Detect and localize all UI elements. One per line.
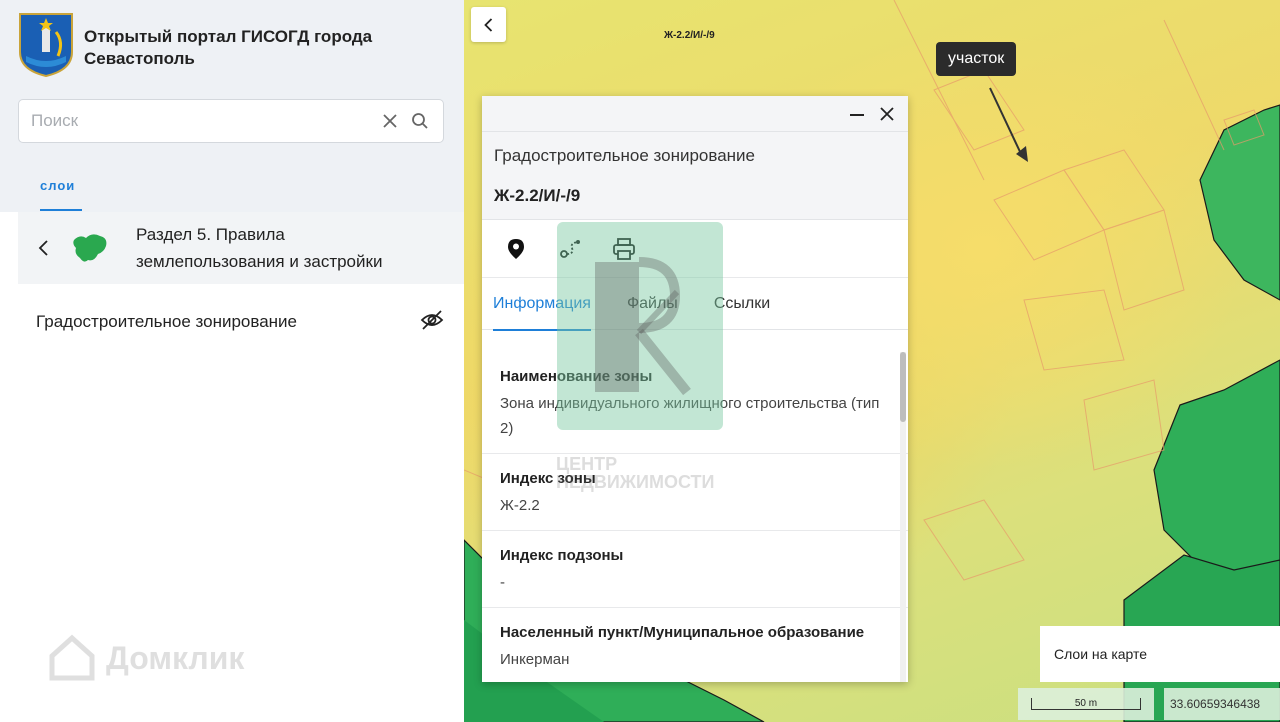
search-icon [412,113,428,129]
toggle-visibility-button[interactable] [420,309,444,336]
coordinates-readout: 33.60659346438 [1164,688,1280,720]
property-key: Индекс зоны [500,470,596,487]
print-button[interactable] [612,237,636,261]
close-icon [880,106,894,121]
property-row: Населенный пункт/Муниципальное образован… [482,608,908,682]
minimize-button[interactable] [842,99,872,129]
printer-icon [613,237,635,260]
property-row: Индекс подзоны - [482,531,908,608]
crimea-map-icon [73,234,107,262]
tab-files[interactable]: Файлы [627,278,678,330]
tab-information[interactable]: Информация [493,278,591,331]
map-tooltip: участок [936,42,1017,76]
section-item[interactable]: Раздел 5. Правила землепользования и зас… [18,212,464,284]
domclick-brand: Домклик [106,639,245,676]
panel-tabs: Информация Файлы Ссылки [482,278,908,331]
property-key: Индекс подзоны [500,547,624,564]
tab-layers[interactable]: слои [40,178,75,193]
panel-toolbar [482,96,908,132]
property-value: Зона индивидуального жилищного строитель… [500,395,880,437]
property-key: Наименование зоны [500,368,653,385]
minimize-icon [850,113,864,116]
scale-label: 50 m [1074,698,1098,709]
domclick-watermark: Домклик [46,632,244,684]
section-back-button[interactable] [18,239,70,257]
route-icon [560,239,580,258]
arrow-annotation [989,87,1028,162]
info-panel: Градостроительное зонирование Ж-2.2/И/-/… [482,96,908,682]
panel-scrollbar[interactable] [900,352,906,682]
show-on-map-button[interactable] [504,237,528,261]
close-icon [383,114,397,128]
layer-label: Градостроительное зонирование [36,312,297,331]
chevron-left-icon [483,17,492,32]
search-box [18,99,444,143]
eye-off-icon [420,309,444,330]
section-label: Раздел 5. Правила землепользования и зас… [136,225,383,271]
property-value: Ж-2.2 [500,497,540,514]
chevron-left-icon [38,240,48,256]
tab-underline [40,209,82,211]
property-value: - [500,574,505,591]
panel-subtitle: Градостроительное зонирование [494,146,755,165]
sevastopol-emblem-icon [19,13,73,78]
panel-actions [482,220,908,278]
search-input[interactable] [19,100,375,142]
sidebar: Открытый портал ГИСОГД города Севастопол… [0,0,464,722]
location-pin-icon [508,238,524,259]
search-button[interactable] [405,106,435,136]
clear-search-button[interactable] [375,106,405,136]
scale-bar: 50 m [1018,688,1154,720]
scrollbar-thumb[interactable] [900,352,906,422]
layer-item[interactable]: Градостроительное зонирование [36,308,444,336]
collapse-sidebar-button[interactable] [471,7,506,42]
panel-title: Ж-2.2/И/-/9 [494,186,581,205]
house-logo-icon [49,634,95,681]
property-key: Населенный пункт/Муниципальное образован… [500,624,865,641]
property-row: Индекс зоны Ж-2.2 [482,454,908,531]
properties-list: Наименование зоны Зона индивидуального ж… [482,352,908,682]
map-zone-label: Ж-2.2/И/-/9 [664,30,715,41]
portal-title: Открытый портал ГИСОГД города Севастопол… [84,27,373,68]
panel-header: Градостроительное зонирование Ж-2.2/И/-/… [482,132,908,220]
sidebar-header: Открытый портал ГИСОГД города Севастопол… [0,0,464,212]
route-button[interactable] [558,237,582,261]
tab-links[interactable]: Ссылки [714,278,770,330]
property-value: Инкерман [500,651,570,668]
layers-on-map-button[interactable]: Слои на карте [1040,626,1280,682]
property-row: Наименование зоны Зона индивидуального ж… [482,352,908,454]
close-panel-button[interactable] [872,99,902,129]
